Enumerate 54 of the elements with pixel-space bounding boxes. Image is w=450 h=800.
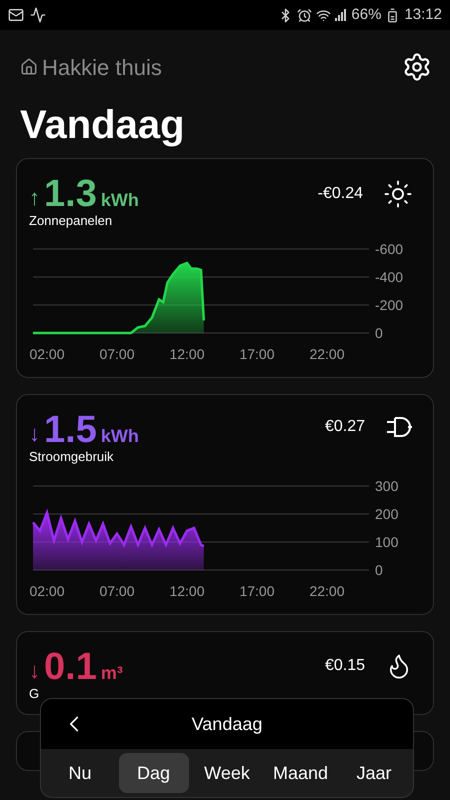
battery-percent: 66% [351,4,382,25]
x-tick-label: 17:00 [239,346,275,362]
picker-title: Vandaag [192,712,262,736]
cost-value: €0.27 [324,417,365,438]
x-tick-label: 12:00 [169,346,205,362]
amount-unit: kWh [100,427,139,446]
y-tick-label: 0 [375,562,383,578]
y-tick-label: 200 [375,506,398,522]
wifi-icon [316,8,332,22]
direction-arrow: ↓ [29,660,40,682]
period-tab[interactable]: Week [192,753,262,793]
page-title: Vandaag [19,102,186,149]
y-tick-label: -600 [375,241,404,258]
x-tick-label: 07:00 [99,582,135,598]
x-tick-label: 02:00 [29,346,65,362]
signal-icon [335,9,348,21]
x-tick-label: 07:00 [99,346,135,362]
y-tick-label: 100 [375,534,398,550]
amount-value: 0.1 [44,648,97,686]
amount-unit: kWh [100,191,139,209]
x-tick-label: 17:00 [239,582,275,598]
direction-arrow: ↑ [29,187,40,209]
period-tab[interactable]: Nu [45,753,115,793]
mail-icon [8,7,24,23]
amount-value: 1.3 [44,175,97,213]
x-tick-label: 22:00 [309,582,345,598]
cost-value: -€0.24 [318,184,363,204]
energy-card[interactable]: ↓1.5 kWh Stroomgebruik €0.27 300 200 100 0 02:00 07:00 12:00 17:00 22:00 [16,394,434,614]
card-label: G [29,686,40,702]
sun-icon [383,179,413,209]
home-icon [20,58,38,76]
y-tick-label: 0 [375,325,383,342]
clock-time: 13:12 [404,4,442,25]
direction-arrow: ↓ [29,423,40,446]
y-tick-label: 300 [375,478,398,494]
cost-value: €0.15 [324,656,365,676]
card-label: Stroomgebruik [29,449,115,466]
period-tab[interactable]: Dag [118,753,188,793]
amount-unit: m³ [100,664,123,682]
energy-card[interactable]: ↑1.3 kWh Zonnepanelen -€0.24 -600 -400 -200 0 02:00 07:00 12:00 17:00 22:00 [16,158,434,378]
x-tick-label: 22:00 [309,346,345,362]
period-tab[interactable]: Jaar [339,753,409,793]
settings-icon [402,52,432,82]
plug-icon [385,416,413,438]
x-tick-label: 12:00 [169,582,205,598]
amount-value: 1.5 [44,411,97,450]
card-label: Zonnepanelen [29,213,114,230]
alarm-icon [297,8,312,22]
y-tick-label: -200 [375,297,404,314]
activity-icon [30,7,46,23]
home-name[interactable]: Hakkie thuis [42,50,162,84]
period-tab[interactable]: Maand [266,753,336,793]
y-tick-label: -400 [375,269,404,286]
x-tick-label: 02:00 [29,582,65,598]
